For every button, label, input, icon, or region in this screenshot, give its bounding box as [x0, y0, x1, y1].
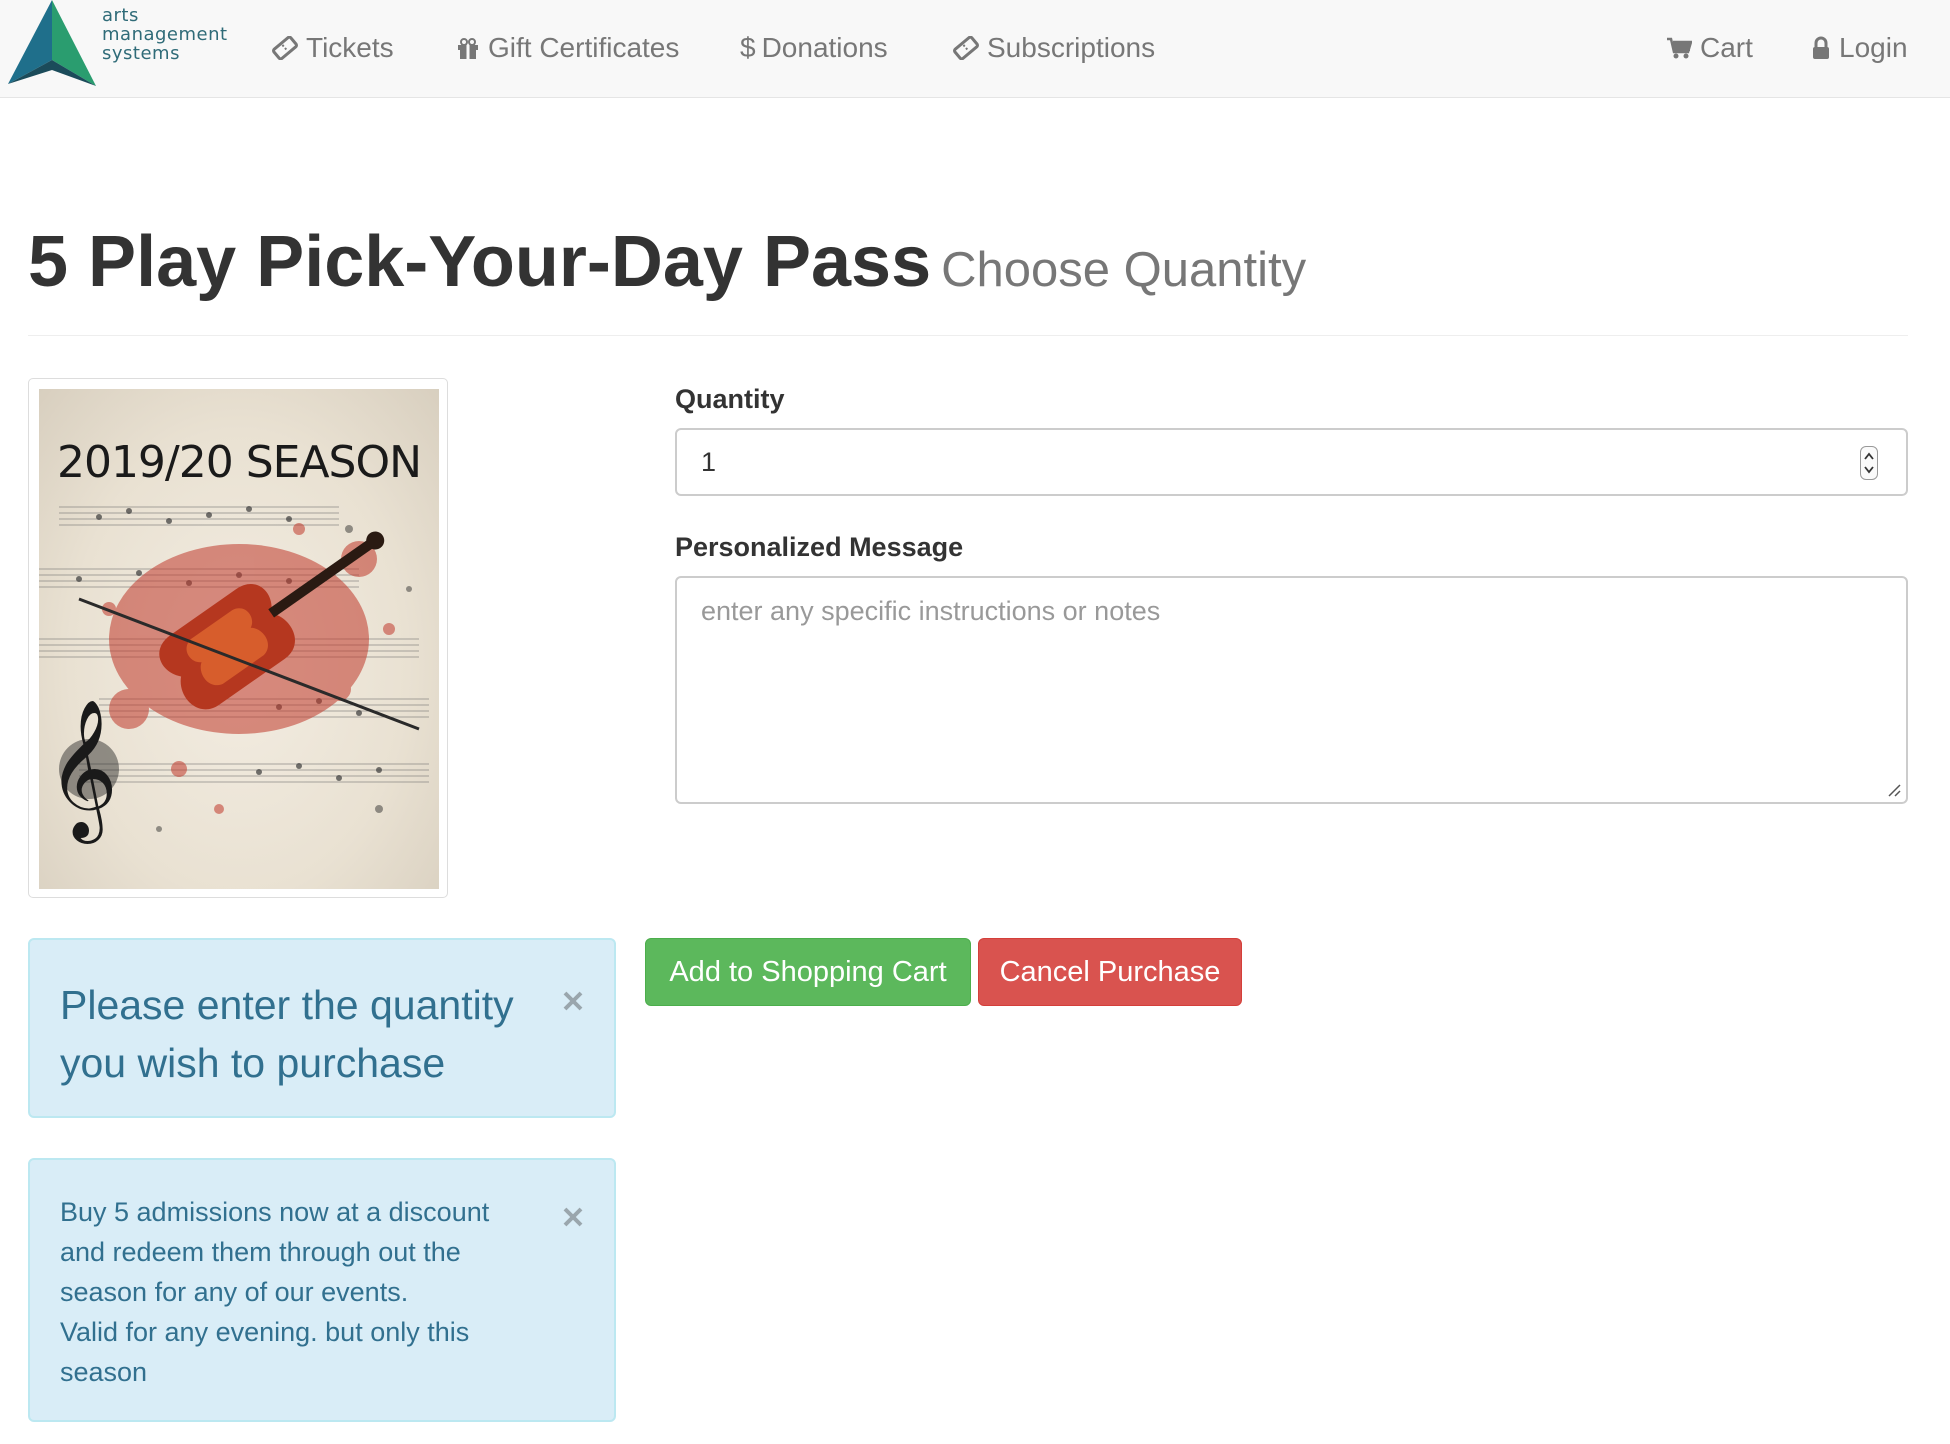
gift-icon: [458, 38, 478, 59]
resize-grip-icon[interactable]: [1886, 782, 1902, 798]
season-poster-image: 𝄞 2019/20 SEASON: [39, 389, 439, 889]
top-navbar: arts management systems Tickets Gift Cer…: [0, 0, 1950, 98]
message-placeholder: enter any specific instructions or notes: [701, 596, 1161, 626]
close-icon[interactable]: [560, 988, 586, 1014]
brand-line-systems: systems: [102, 43, 180, 64]
stepper-arrows-icon: [1864, 452, 1874, 474]
nav-gift-certificates-label: Gift Certificates: [488, 32, 680, 63]
nav-tickets-label: Tickets: [306, 32, 394, 63]
description-line: and redeem them through out the: [60, 1237, 461, 1267]
nav-gift-certificates[interactable]: Gift Certificates: [456, 26, 679, 70]
personalized-message-textarea[interactable]: enter any specific instructions or notes: [675, 576, 1908, 804]
pass-description-alert: Buy 5 admissions now at a discount and r…: [28, 1158, 616, 1422]
description-line: season for any of our events.: [60, 1277, 409, 1307]
quantity-value: 1: [701, 446, 717, 477]
nav-donations[interactable]: $ Donations: [740, 26, 888, 70]
nav-cart-label: Cart: [1700, 32, 1753, 63]
cancel-purchase-button[interactable]: Cancel Purchase: [978, 938, 1242, 1006]
quantity-stepper[interactable]: [1860, 446, 1878, 480]
brand-line-arts: arts: [102, 5, 139, 26]
lock-icon: [1813, 36, 1829, 59]
nav-subscriptions[interactable]: Subscriptions: [953, 26, 1155, 70]
personalized-message-label: Personalized Message: [675, 532, 964, 562]
close-icon[interactable]: [560, 1204, 586, 1230]
nav-tickets[interactable]: Tickets: [272, 26, 394, 70]
page-title: 5 Play Pick-Your-Day Pass: [28, 222, 932, 302]
ticket-icon: [953, 36, 979, 60]
brand-line-management: management: [102, 24, 228, 45]
brand-name: arts management systems: [102, 6, 228, 63]
header-divider: [28, 335, 1908, 336]
quantity-input[interactable]: 1: [675, 428, 1908, 496]
description-line: Valid for any evening. but only this: [60, 1317, 470, 1347]
nav-login[interactable]: Login: [1811, 26, 1908, 70]
add-to-cart-button[interactable]: Add to Shopping Cart: [645, 938, 971, 1006]
logo-triangle-icon: [8, 0, 96, 86]
shopping-cart-icon: [1667, 37, 1692, 59]
svg-text:𝄞: 𝄞: [47, 699, 118, 844]
brand-logo[interactable]: arts management systems: [8, 0, 238, 90]
nav-subscriptions-label: Subscriptions: [987, 32, 1156, 63]
dollar-icon: $: [740, 32, 756, 63]
pass-description-text: Buy 5 admissions now at a discount and r…: [60, 1192, 540, 1392]
nav-cart[interactable]: Cart: [1666, 26, 1753, 70]
nav-login-label: Login: [1839, 32, 1908, 63]
page-header: 5 Play Pick-Your-Day Pass Choose Quantity: [28, 220, 1306, 312]
page-subtitle: Choose Quantity: [941, 243, 1307, 297]
poster-caption: 2019/20 SEASON: [56, 437, 422, 488]
quantity-info-alert: Please enter the quantity you wish to pu…: [28, 938, 616, 1118]
ticket-icon: [272, 36, 298, 60]
product-thumbnail: 𝄞 2019/20 SEASON: [28, 378, 448, 898]
nav-donations-label: Donations: [761, 32, 888, 63]
description-line: season: [60, 1357, 148, 1387]
description-line: Buy 5 admissions now at a discount: [60, 1197, 490, 1227]
quantity-label: Quantity: [675, 384, 785, 414]
quantity-prompt-text: Please enter the quantity you wish to pu…: [60, 982, 514, 1086]
